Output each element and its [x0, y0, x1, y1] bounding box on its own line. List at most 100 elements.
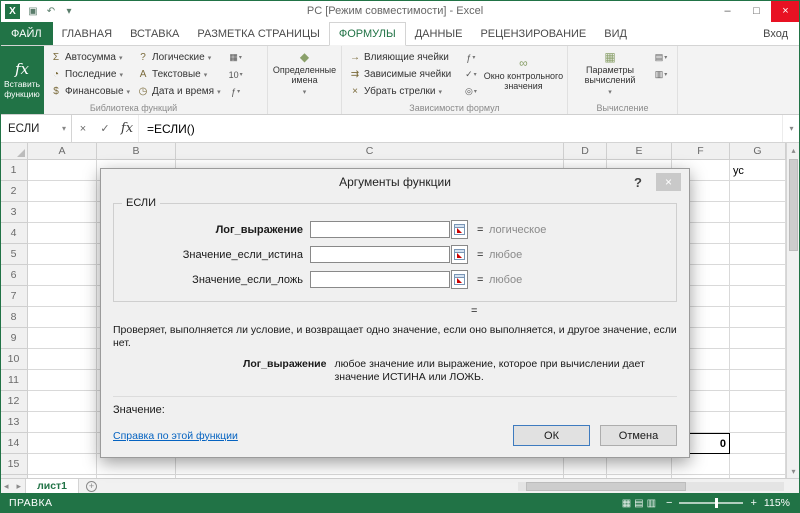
- ribbon-button-Влияющие ячейки[interactable]: →Влияющие ячейки: [345, 49, 459, 66]
- new-sheet-button[interactable]: +: [86, 481, 97, 492]
- argument-hint: любое: [489, 274, 522, 286]
- maximize-button[interactable]: □: [742, 0, 771, 22]
- argument-input[interactable]: [310, 246, 450, 263]
- column-header-B[interactable]: B: [97, 143, 176, 159]
- ribbon-tab-вставка[interactable]: ВСТАВКА: [121, 22, 188, 45]
- insert-function-fx-button[interactable]: fx: [116, 121, 138, 136]
- quick-access-toolbar: ▣↶▾: [25, 3, 77, 19]
- range-selector-button[interactable]: [451, 220, 468, 239]
- ribbon-tab-вид[interactable]: ВИД: [595, 22, 636, 45]
- page-layout-view-icon[interactable]: ▤: [634, 498, 643, 509]
- row-header-15[interactable]: 15: [0, 454, 27, 475]
- row-header-12[interactable]: 12: [0, 391, 27, 412]
- zoom-slider-thumb[interactable]: [715, 498, 718, 508]
- ribbon-button-Финансовые[interactable]: $Финансовые▾: [46, 83, 133, 100]
- ribbon-button-Автосумма[interactable]: ΣАвтосумма▾: [46, 49, 133, 66]
- vertical-scrollbar[interactable]: ▴ ▾: [786, 143, 800, 478]
- more-functions-icon[interactable]: ƒ▾: [224, 83, 248, 100]
- ribbon-button-Дата и время[interactable]: ◷Дата и время▾: [133, 83, 224, 100]
- row-header-1[interactable]: 1: [0, 160, 27, 181]
- row-header-5[interactable]: 5: [0, 244, 27, 265]
- page-break-view-icon[interactable]: ▥: [647, 498, 656, 509]
- cancel-button[interactable]: Отмена: [600, 425, 677, 446]
- edit-mode-indicator: ПРАВКА: [9, 497, 52, 509]
- expand-formula-bar-button[interactable]: ▾: [782, 115, 800, 142]
- argument-input[interactable]: [310, 271, 450, 288]
- name-box[interactable]: ЕСЛИ ▾: [0, 115, 72, 142]
- show-formulas-icon[interactable]: ƒ▾: [459, 49, 483, 66]
- ribbon-tab-разметка страницы[interactable]: РАЗМЕТКА СТРАНИЦЫ: [188, 22, 328, 45]
- watch-window-button[interactable]: ∞ Окно контрольного значения: [483, 49, 564, 101]
- button-icon: ◷: [136, 86, 150, 97]
- ribbon-tab-главная[interactable]: ГЛАВНАЯ: [53, 22, 121, 45]
- minimize-button[interactable]: –: [713, 0, 742, 22]
- row-header-14[interactable]: 14: [0, 433, 27, 454]
- zoom-in-button[interactable]: +: [750, 497, 756, 509]
- row-header-7[interactable]: 7: [0, 286, 27, 307]
- math-trig-icon[interactable]: 10▾: [224, 66, 248, 83]
- grid-cell-G1[interactable]: ус: [730, 160, 786, 181]
- group-label-calculation: Вычисление: [568, 103, 677, 113]
- ribbon-tab-формулы[interactable]: ФОРМУЛЫ: [329, 22, 406, 46]
- zoom-slider[interactable]: [679, 502, 743, 504]
- column-header-E[interactable]: E: [607, 143, 672, 159]
- defined-names-button[interactable]: ◆ Определенные имена ▾: [271, 49, 338, 101]
- row-header-13[interactable]: 13: [0, 412, 27, 433]
- dialog-help-button[interactable]: ?: [629, 173, 647, 191]
- zoom-out-button[interactable]: −: [666, 497, 672, 509]
- row-header-6[interactable]: 6: [0, 265, 27, 286]
- calculation-options-button[interactable]: ▦ Параметры вычислений ▾: [571, 49, 649, 101]
- row-header-8[interactable]: 8: [0, 307, 27, 328]
- sheet-nav-right-icon[interactable]: ▸: [13, 481, 26, 492]
- column-header-G[interactable]: G: [730, 143, 786, 159]
- formula-input[interactable]: =ЕСЛИ(): [138, 115, 782, 142]
- row-header-11[interactable]: 11: [0, 370, 27, 391]
- scroll-down-icon[interactable]: ▾: [787, 464, 800, 478]
- sign-in-button[interactable]: Вход: [763, 22, 800, 45]
- column-header-A[interactable]: A: [28, 143, 97, 159]
- evaluate-formula-icon[interactable]: ◎▾: [459, 83, 483, 100]
- enter-entry-button[interactable]: ✓: [94, 122, 116, 135]
- cancel-entry-button[interactable]: ×: [72, 123, 94, 135]
- ribbon-tab-рецензирование[interactable]: РЕЦЕНЗИРОВАНИЕ: [471, 22, 595, 45]
- qat-dropdown-icon[interactable]: ▾: [61, 3, 77, 19]
- row-header-4[interactable]: 4: [0, 223, 27, 244]
- column-header-C[interactable]: C: [176, 143, 564, 159]
- ribbon-tab-данные[interactable]: ДАННЫЕ: [406, 22, 472, 45]
- sheet-nav-left-icon[interactable]: ◂: [0, 481, 13, 492]
- range-selector-button[interactable]: [451, 245, 468, 264]
- select-all-corner[interactable]: [0, 143, 28, 160]
- ribbon-button-Последние[interactable]: ◔Последние▾: [46, 66, 133, 83]
- horizontal-scrollbar-thumb[interactable]: [526, 482, 686, 491]
- normal-view-icon[interactable]: ▦: [622, 498, 631, 509]
- dialog-close-button[interactable]: ×: [656, 173, 681, 191]
- ribbon-button-Зависимые ячейки[interactable]: ⇉Зависимые ячейки: [345, 66, 459, 83]
- row-header-2[interactable]: 2: [0, 181, 27, 202]
- dialog-titlebar[interactable]: Аргументы функции ? ×: [101, 169, 689, 195]
- row-header-3[interactable]: 3: [0, 202, 27, 223]
- range-selector-button[interactable]: [451, 270, 468, 289]
- ribbon-button-Текстовые[interactable]: АТекстовые▾: [133, 66, 224, 83]
- vertical-scrollbar-thumb[interactable]: [789, 159, 798, 251]
- column-header-D[interactable]: D: [564, 143, 607, 159]
- close-button[interactable]: ×: [771, 0, 800, 22]
- ribbon-button-Логические[interactable]: ?Логические▾: [133, 49, 224, 66]
- lookup-reference-icon[interactable]: ▦▾: [224, 49, 248, 66]
- calculate-now-icon[interactable]: ▤▾: [649, 49, 673, 66]
- ok-button[interactable]: ОК: [513, 425, 590, 446]
- column-header-F[interactable]: F: [672, 143, 730, 159]
- horizontal-scrollbar[interactable]: [518, 482, 784, 491]
- row-header-9[interactable]: 9: [0, 328, 27, 349]
- help-link[interactable]: Справка по этой функции: [113, 430, 238, 442]
- row-header-10[interactable]: 10: [0, 349, 27, 370]
- calculate-sheet-icon[interactable]: ▥▾: [649, 66, 673, 83]
- ribbon-button-Убрать стрелки[interactable]: ×Убрать стрелки▾: [345, 83, 459, 100]
- ribbon-tab-файл[interactable]: ФАЙЛ: [0, 22, 53, 45]
- error-checking-icon[interactable]: ✓▾: [459, 66, 483, 83]
- sheet-tab-лист1[interactable]: лист1: [25, 479, 79, 493]
- zoom-level[interactable]: 115%: [764, 497, 790, 509]
- scroll-up-icon[interactable]: ▴: [787, 143, 800, 157]
- undo-icon[interactable]: ↶: [43, 3, 59, 19]
- argument-input[interactable]: [310, 221, 450, 238]
- save-icon[interactable]: ▣: [25, 3, 41, 19]
